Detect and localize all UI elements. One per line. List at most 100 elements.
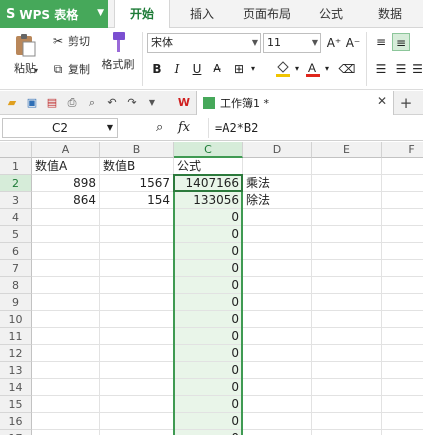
cell-e11[interactable] bbox=[312, 328, 382, 345]
font-name-select[interactable]: 宋体 ▼ bbox=[147, 33, 261, 53]
cell-b13[interactable] bbox=[100, 362, 174, 379]
cell-b2[interactable]: 1567 bbox=[100, 175, 174, 192]
cell-e8[interactable] bbox=[312, 277, 382, 294]
clear-format-icon[interactable]: ⌫ bbox=[338, 60, 356, 78]
cell-a17[interactable] bbox=[32, 430, 100, 435]
cell-a1[interactable]: 数值A bbox=[32, 158, 100, 175]
cell-e16[interactable] bbox=[312, 413, 382, 430]
cell-d8[interactable] bbox=[243, 277, 312, 294]
cell-e2[interactable] bbox=[312, 175, 382, 192]
cell-e7[interactable] bbox=[312, 260, 382, 277]
copy-button[interactable]: ⧉ 复制 bbox=[50, 61, 90, 77]
cell-a3[interactable]: 864 bbox=[32, 192, 100, 209]
cell-b17[interactable] bbox=[100, 430, 174, 435]
cell-e17[interactable] bbox=[312, 430, 382, 435]
zoom-search-icon[interactable]: ⌕ bbox=[156, 120, 163, 135]
border-icon[interactable]: ⊞ bbox=[230, 60, 248, 78]
underline-button[interactable]: U bbox=[188, 60, 206, 78]
redo-icon[interactable]: ↷ bbox=[124, 95, 140, 111]
column-header-a[interactable]: A bbox=[32, 142, 100, 158]
row-header-15[interactable]: 15 bbox=[0, 396, 32, 413]
cut-button[interactable]: ✂ 剪切 bbox=[50, 33, 90, 49]
cell-d4[interactable] bbox=[243, 209, 312, 226]
cell-a8[interactable] bbox=[32, 277, 100, 294]
cell-c8[interactable]: 0 bbox=[174, 277, 243, 294]
cell-c14[interactable]: 0 bbox=[174, 379, 243, 396]
cell-d10[interactable] bbox=[243, 311, 312, 328]
row-header-3[interactable]: 3 bbox=[0, 192, 32, 209]
cell-f9[interactable] bbox=[382, 294, 423, 311]
cell-c3[interactable]: 133056 bbox=[174, 192, 243, 209]
row-header-7[interactable]: 7 bbox=[0, 260, 32, 277]
cell-e3[interactable] bbox=[312, 192, 382, 209]
print-preview-icon[interactable]: ⌕ bbox=[84, 95, 100, 111]
tab-formulas[interactable]: 公式 bbox=[306, 0, 356, 28]
column-header-e[interactable]: E bbox=[312, 142, 382, 158]
align-center-icon[interactable]: ☰ bbox=[392, 60, 410, 78]
cell-c7[interactable]: 0 bbox=[174, 260, 243, 277]
tab-home[interactable]: 开始 bbox=[114, 0, 170, 29]
align-left-icon[interactable]: ☰ bbox=[372, 60, 390, 78]
cell-d15[interactable] bbox=[243, 396, 312, 413]
cell-b16[interactable] bbox=[100, 413, 174, 430]
cell-a14[interactable] bbox=[32, 379, 100, 396]
cell-d14[interactable] bbox=[243, 379, 312, 396]
cell-f17[interactable] bbox=[382, 430, 423, 435]
cell-a2[interactable]: 898 bbox=[32, 175, 100, 192]
grow-font-button[interactable]: A⁺ bbox=[325, 34, 343, 52]
cell-c10[interactable]: 0 bbox=[174, 311, 243, 328]
cell-d5[interactable] bbox=[243, 226, 312, 243]
cell-a12[interactable] bbox=[32, 345, 100, 362]
cell-c11[interactable]: 0 bbox=[174, 328, 243, 345]
row-header-16[interactable]: 16 bbox=[0, 413, 32, 430]
cell-c15[interactable]: 0 bbox=[174, 396, 243, 413]
cell-a7[interactable] bbox=[32, 260, 100, 277]
name-box[interactable]: C2 ▼ bbox=[2, 118, 118, 138]
cell-a5[interactable] bbox=[32, 226, 100, 243]
row-header-5[interactable]: 5 bbox=[0, 226, 32, 243]
row-header-8[interactable]: 8 bbox=[0, 277, 32, 294]
cell-e9[interactable] bbox=[312, 294, 382, 311]
cell-a11[interactable] bbox=[32, 328, 100, 345]
cell-b11[interactable] bbox=[100, 328, 174, 345]
cell-c17[interactable]: 0 bbox=[174, 430, 243, 435]
app-menu-button[interactable]: S WPS 表格 ▼ bbox=[0, 0, 108, 28]
cell-f5[interactable] bbox=[382, 226, 423, 243]
cell-b7[interactable] bbox=[100, 260, 174, 277]
cell-d3[interactable]: 除法 bbox=[243, 192, 312, 209]
cell-b3[interactable]: 154 bbox=[100, 192, 174, 209]
cell-f13[interactable] bbox=[382, 362, 423, 379]
fill-color-icon[interactable] bbox=[274, 60, 292, 78]
cell-d12[interactable] bbox=[243, 345, 312, 362]
cell-c2[interactable]: 1407166 bbox=[174, 175, 243, 192]
column-header-c[interactable]: C bbox=[174, 142, 243, 158]
cell-f15[interactable] bbox=[382, 396, 423, 413]
bold-button[interactable]: B bbox=[148, 60, 166, 78]
export-pdf-icon[interactable]: ▤ bbox=[44, 95, 60, 111]
align-top-icon[interactable]: ≡ bbox=[372, 33, 390, 51]
cell-c13[interactable]: 0 bbox=[174, 362, 243, 379]
select-all-corner[interactable] bbox=[0, 142, 32, 158]
cell-d9[interactable] bbox=[243, 294, 312, 311]
cell-d6[interactable] bbox=[243, 243, 312, 260]
cell-f14[interactable] bbox=[382, 379, 423, 396]
cell-f10[interactable] bbox=[382, 311, 423, 328]
print-icon[interactable]: ⎙ bbox=[64, 95, 80, 111]
cell-a13[interactable] bbox=[32, 362, 100, 379]
customize-toolbar-icon[interactable]: ▼ bbox=[144, 95, 160, 111]
tab-data[interactable]: 数据 bbox=[364, 0, 416, 28]
row-header-13[interactable]: 13 bbox=[0, 362, 32, 379]
cell-b1[interactable]: 数值B bbox=[100, 158, 174, 175]
chevron-down-icon[interactable]: ▾ bbox=[292, 60, 302, 78]
strikethrough-icon[interactable]: A̶ bbox=[208, 60, 226, 78]
row-header-11[interactable]: 11 bbox=[0, 328, 32, 345]
cell-b9[interactable] bbox=[100, 294, 174, 311]
cell-c5[interactable]: 0 bbox=[174, 226, 243, 243]
cell-b15[interactable] bbox=[100, 396, 174, 413]
row-header-2[interactable]: 2 bbox=[0, 175, 32, 192]
cell-c9[interactable]: 0 bbox=[174, 294, 243, 311]
cell-a4[interactable] bbox=[32, 209, 100, 226]
cell-d7[interactable] bbox=[243, 260, 312, 277]
cell-d2[interactable]: 乘法 bbox=[243, 175, 312, 192]
cell-c1[interactable]: 公式 bbox=[174, 158, 243, 175]
